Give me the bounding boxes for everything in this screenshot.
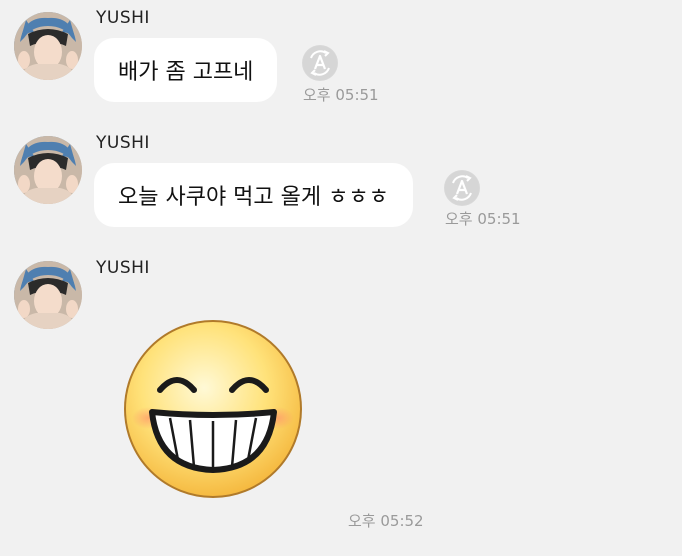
avatar[interactable] <box>14 261 82 329</box>
sender-name: YUSHI <box>96 8 150 28</box>
message-bubble[interactable]: 배가 좀 고프네 <box>94 38 278 102</box>
translate-button[interactable] <box>444 170 480 206</box>
chat-view: YUSHI 배가 좀 고프네 오후 05:51 YUSHI 오늘 사쿠야 먹고 … <box>0 0 682 556</box>
translate-button[interactable] <box>302 45 338 81</box>
sender-name: YUSHI <box>96 133 150 153</box>
message-timestamp: 오후 05:51 <box>303 86 379 104</box>
grinning-face-icon <box>124 320 302 498</box>
translate-a-icon <box>445 171 479 205</box>
profile-photo <box>14 136 82 204</box>
message-text: 배가 좀 고프네 <box>118 60 254 85</box>
avatar[interactable] <box>14 136 82 204</box>
message-bubble[interactable]: 오늘 사쿠야 먹고 올게 ㅎㅎㅎ <box>94 163 413 227</box>
avatar[interactable] <box>14 12 82 80</box>
message-timestamp: 오후 05:52 <box>348 512 424 530</box>
grinning-face-sticker[interactable] <box>122 318 304 500</box>
sender-name: YUSHI <box>96 258 150 278</box>
translate-a-icon <box>303 46 337 80</box>
message-timestamp: 오후 05:51 <box>445 210 521 228</box>
profile-photo <box>14 12 82 80</box>
message-text: 오늘 사쿠야 먹고 올게 ㅎㅎㅎ <box>118 185 389 210</box>
profile-photo <box>14 261 82 329</box>
